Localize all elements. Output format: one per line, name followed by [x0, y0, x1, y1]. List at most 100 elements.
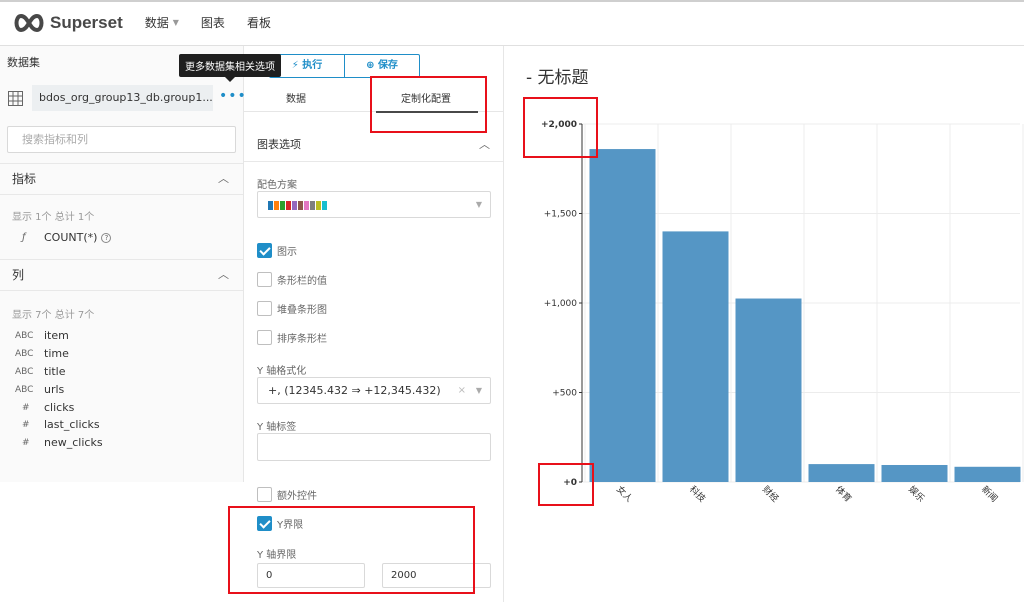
nav-item-charts[interactable]: 图表	[201, 14, 225, 31]
caret-down-icon: ▼	[475, 386, 482, 395]
string-type-icon: ABC	[15, 330, 34, 341]
chevron-up-icon: ︿	[218, 172, 229, 185]
search-metrics-columns-input[interactable]: 搜索指标和列	[7, 126, 236, 153]
legend-checkbox-row[interactable]: 图示	[257, 243, 297, 258]
main-nav: 数据 ▼ 图表 看板	[145, 14, 271, 31]
column-item[interactable]: ABC time	[15, 347, 69, 360]
x-tick-label: 科技	[687, 483, 708, 504]
numeric-type-icon: #	[22, 437, 30, 448]
bar-values-checkbox[interactable]	[257, 272, 272, 287]
bar	[589, 149, 656, 482]
superset-logo-icon	[14, 13, 44, 32]
color-scheme-select[interactable]: ▼	[257, 191, 491, 218]
dataset-name[interactable]: bdos_org_group13_db.group1...	[32, 85, 213, 111]
string-type-icon: ABC	[15, 384, 34, 395]
color-swatch	[316, 201, 321, 210]
column-item[interactable]: ABC title	[15, 365, 66, 378]
y-axis-bounds-label: Y 轴界限	[257, 550, 297, 561]
top-navbar: Superset 数据 ▼ 图表 看板	[0, 0, 1024, 46]
nav-item-data[interactable]: 数据 ▼	[145, 14, 179, 31]
bar-values-checkbox-row[interactable]: 条形栏的值	[257, 272, 327, 287]
sort-bars-checkbox-row[interactable]: 排序条形栏	[257, 330, 327, 345]
color-swatch	[268, 201, 273, 210]
run-button[interactable]: ⚡ 执行	[270, 55, 344, 77]
x-tick-label: 体育	[833, 483, 854, 504]
window-top-border	[0, 0, 1024, 2]
color-swatch	[280, 201, 285, 210]
metric-item[interactable]: ƒ COUNT(*) ?	[22, 231, 112, 244]
brand-logo[interactable]: Superset	[12, 13, 123, 33]
color-swatch	[286, 201, 291, 210]
control-panel: ⚡ 执行 ⊕ 保存 数据 定制化配置 图表选项 ︿ 配色方案 ▼ 图示 条形栏的…	[244, 46, 504, 602]
color-swatch	[298, 201, 303, 210]
metrics-section-header[interactable]: 指标 ︿	[0, 163, 243, 195]
help-icon: ?	[101, 232, 112, 243]
y-min-input[interactable]: 0	[257, 563, 365, 588]
bar	[881, 464, 948, 482]
y-max-input[interactable]: 2000	[382, 563, 491, 588]
x-tick-label: 新闻	[979, 483, 1000, 504]
bar-chart: +0 +500 +1,000 +1,500 +2,000 女人 科技 财经 体育 娱乐 新闻	[541, 120, 1024, 504]
function-icon: ƒ	[22, 232, 26, 243]
color-swatch	[322, 201, 327, 210]
sort-bars-checkbox[interactable]	[257, 330, 272, 345]
string-type-icon: ABC	[15, 348, 34, 359]
nav-item-dashboards[interactable]: 看板	[247, 14, 271, 31]
column-item[interactable]: ABC urls	[15, 383, 64, 396]
stacked-bars-checkbox-row[interactable]: 堆叠条形图	[257, 301, 327, 316]
y-format-select[interactable]: +, (12345.432 ⇒ +12,345.432) × ▼	[257, 377, 491, 404]
control-tabs: 数据 定制化配置	[244, 82, 503, 113]
dataset-selector: bdos_org_group13_db.group1... •••	[0, 82, 246, 114]
column-item[interactable]: # clicks	[22, 401, 74, 414]
dataset-panel: 数据集 更多数据集相关选项 bdos_org_group13_db.group1…	[0, 46, 281, 482]
x-tick-label: 财经	[760, 483, 781, 504]
save-button[interactable]: ⊕ 保存	[344, 55, 419, 77]
y-axis-label-input[interactable]	[257, 433, 491, 461]
bar	[808, 464, 875, 482]
x-tick-label: 女人	[614, 483, 635, 504]
columns-section-header[interactable]: 列 ︿	[0, 259, 243, 291]
string-type-icon: ABC	[15, 366, 34, 377]
chart-container: - 无标题 +0 +500 +1,000 +1,500 +2,000 女人 科技 财经 体育 娱乐…	[505, 46, 1024, 602]
y-format-label: Y 轴格式化	[257, 366, 307, 377]
column-item[interactable]: # new_clicks	[22, 436, 103, 449]
column-item[interactable]: ABC item	[15, 329, 69, 342]
action-buttons: ⚡ 执行 ⊕ 保存	[269, 54, 420, 78]
chevron-up-icon: ︿	[479, 138, 490, 151]
y-bounds-checkbox[interactable]	[257, 516, 272, 531]
chevron-up-icon: ︿	[218, 268, 229, 281]
extra-controls-checkbox[interactable]	[257, 487, 272, 502]
table-icon	[8, 91, 23, 106]
clear-icon[interactable]: ×	[458, 378, 466, 403]
x-tick-label: 娱乐	[906, 483, 927, 504]
y-tick-label: +500	[552, 389, 577, 399]
y-tick-label: +1,000	[544, 299, 578, 309]
color-swatch	[292, 201, 297, 210]
chart-options-header[interactable]: 图表选项 ︿	[244, 128, 503, 162]
color-swatch	[304, 201, 309, 210]
tab-customize[interactable]: 定制化配置	[401, 90, 451, 105]
color-swatch	[310, 201, 315, 210]
y-bounds-checkbox-row[interactable]: Y界限	[257, 516, 303, 531]
y-tick-label: +0	[563, 478, 577, 488]
color-swatch	[274, 201, 279, 210]
column-item[interactable]: # last_clicks	[22, 418, 100, 431]
brand-name: Superset	[50, 12, 123, 32]
extra-controls-checkbox-row[interactable]: 额外控件	[257, 487, 317, 502]
stacked-bars-checkbox[interactable]	[257, 301, 272, 316]
numeric-type-icon: #	[22, 402, 30, 413]
y-tick-label: +2,000	[541, 120, 577, 130]
color-scheme-label: 配色方案	[257, 180, 297, 191]
y-axis-label-label: Y 轴标签	[257, 422, 297, 433]
bar	[954, 466, 1021, 482]
more-options-icon[interactable]: •••	[219, 88, 247, 104]
legend-checkbox[interactable]	[257, 243, 272, 258]
bar	[735, 298, 802, 482]
color-swatches	[268, 201, 328, 210]
caret-down-icon: ▼	[475, 200, 482, 209]
active-tab-indicator	[376, 111, 478, 113]
tab-data[interactable]: 数据	[286, 90, 306, 105]
columns-count: 显示 7个 总计 7个	[12, 310, 95, 321]
dataset-label: 数据集	[7, 56, 40, 69]
bar	[662, 231, 729, 482]
